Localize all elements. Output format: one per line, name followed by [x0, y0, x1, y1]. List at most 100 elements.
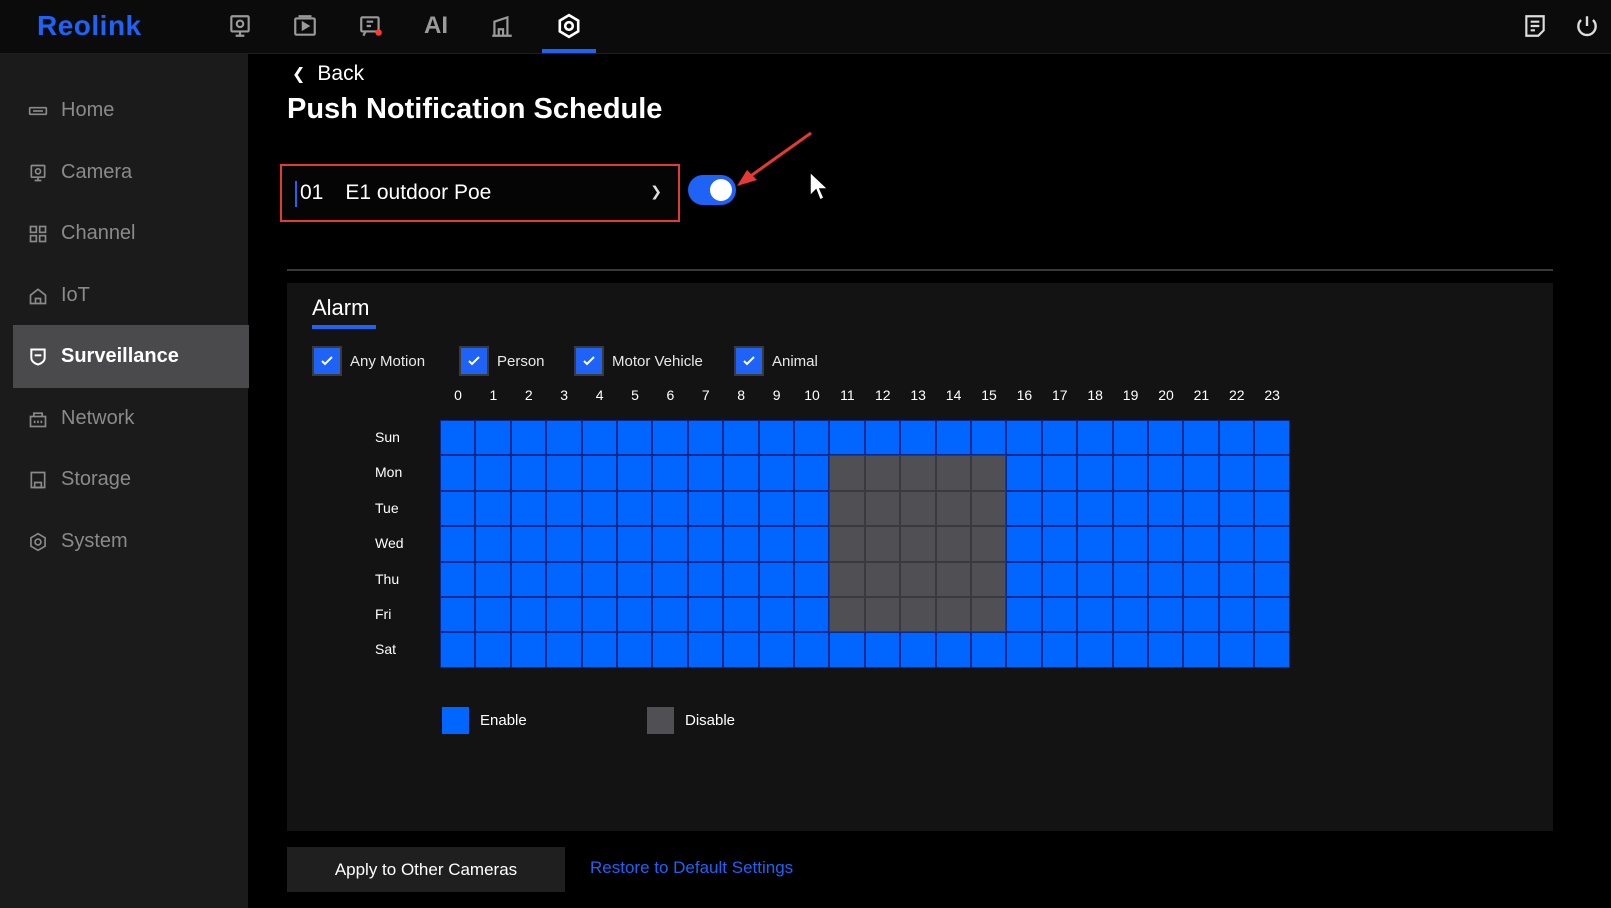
restore-default-link[interactable]: Restore to Default Settings — [590, 858, 793, 878]
schedule-cell[interactable] — [546, 597, 582, 633]
schedule-cell[interactable] — [1041, 526, 1078, 562]
schedule-cell[interactable] — [723, 490, 759, 527]
schedule-cell[interactable] — [1254, 526, 1290, 562]
schedule-cell[interactable] — [758, 632, 794, 668]
schedule-cell[interactable] — [758, 561, 794, 597]
schedule-cell[interactable] — [1183, 632, 1219, 668]
checkbox-checked[interactable] — [312, 346, 342, 376]
schedule-cell[interactable] — [829, 561, 865, 597]
schedule-cell[interactable] — [581, 561, 617, 597]
schedule-cell[interactable] — [1183, 490, 1219, 527]
settings-icon[interactable] — [542, 11, 596, 53]
monitor-icon[interactable] — [225, 11, 255, 41]
schedule-cell[interactable] — [510, 597, 547, 633]
schedule-cell[interactable] — [829, 632, 865, 668]
schedule-cell[interactable] — [864, 526, 901, 562]
schedule-cell[interactable] — [1006, 526, 1042, 562]
filter-animal[interactable]: Animal — [734, 346, 818, 376]
schedule-cell[interactable] — [935, 455, 971, 491]
schedule-cell[interactable] — [900, 490, 936, 527]
schedule-cell[interactable] — [935, 632, 971, 668]
schedule-cell[interactable] — [687, 561, 724, 597]
schedule-cell[interactable] — [687, 455, 724, 491]
ai-icon[interactable]: AI — [421, 11, 451, 41]
schedule-cell[interactable] — [864, 561, 901, 597]
schedule-cell[interactable] — [1006, 455, 1042, 491]
schedule-cell[interactable] — [723, 420, 759, 456]
schedule-cell[interactable] — [617, 455, 653, 491]
schedule-cell[interactable] — [652, 455, 688, 491]
schedule-cell[interactable] — [440, 490, 476, 527]
schedule-cell[interactable] — [971, 455, 1007, 491]
schedule-cell[interactable] — [617, 632, 653, 668]
schedule-cell[interactable] — [475, 597, 511, 633]
schedule-cell[interactable] — [1006, 490, 1042, 527]
schedule-cell[interactable] — [1112, 420, 1148, 456]
schedule-cell[interactable] — [758, 597, 794, 633]
schedule-cell[interactable] — [687, 526, 724, 562]
schedule-cell[interactable] — [723, 526, 759, 562]
schedule-cell[interactable] — [1006, 561, 1042, 597]
sidebar-item-system[interactable]: System — [13, 510, 249, 573]
schedule-cell[interactable] — [546, 632, 582, 668]
schedule-cell[interactable] — [864, 490, 901, 527]
schedule-cell[interactable] — [617, 561, 653, 597]
device-icon[interactable] — [487, 11, 517, 41]
schedule-cell[interactable] — [864, 597, 901, 633]
schedule-cell[interactable] — [864, 420, 901, 456]
schedule-cell[interactable] — [935, 597, 971, 633]
schedule-cell[interactable] — [581, 490, 617, 527]
schedule-cell[interactable] — [510, 632, 547, 668]
schedule-cell[interactable] — [829, 420, 865, 456]
schedule-cell[interactable] — [687, 597, 724, 633]
schedule-cell[interactable] — [1183, 561, 1219, 597]
notes-icon[interactable] — [1520, 11, 1550, 41]
schedule-cell[interactable] — [1112, 455, 1148, 491]
schedule-cell[interactable] — [1148, 597, 1184, 633]
schedule-cell[interactable] — [617, 597, 653, 633]
schedule-cell[interactable] — [652, 490, 688, 527]
schedule-cell[interactable] — [687, 632, 724, 668]
schedule-cell[interactable] — [794, 455, 830, 491]
schedule-cell[interactable] — [935, 490, 971, 527]
schedule-cell[interactable] — [1077, 561, 1113, 597]
schedule-cell[interactable] — [864, 455, 901, 491]
schedule-cell[interactable] — [900, 632, 936, 668]
schedule-cell[interactable] — [1077, 526, 1113, 562]
schedule-cell[interactable] — [829, 526, 865, 562]
schedule-cell[interactable] — [900, 420, 936, 456]
schedule-cell[interactable] — [1041, 455, 1078, 491]
filter-motor-vehicle[interactable]: Motor Vehicle — [574, 346, 703, 376]
schedule-cell[interactable] — [1077, 632, 1113, 668]
schedule-cell[interactable] — [510, 490, 547, 527]
schedule-cell[interactable] — [1148, 455, 1184, 491]
schedule-cell[interactable] — [546, 490, 582, 527]
schedule-cell[interactable] — [794, 490, 830, 527]
schedule-cell[interactable] — [1041, 490, 1078, 527]
schedule-cell[interactable] — [794, 597, 830, 633]
schedule-cell[interactable] — [546, 420, 582, 456]
schedule-cell[interactable] — [440, 420, 476, 456]
schedule-cell[interactable] — [1218, 632, 1255, 668]
schedule-cell[interactable] — [1112, 526, 1148, 562]
schedule-cell[interactable] — [935, 561, 971, 597]
schedule-cell[interactable] — [687, 420, 724, 456]
schedule-cell[interactable] — [652, 632, 688, 668]
schedule-cell[interactable] — [1254, 455, 1290, 491]
schedule-cell[interactable] — [440, 455, 476, 491]
schedule-cell[interactable] — [440, 526, 476, 562]
schedule-cell[interactable] — [440, 561, 476, 597]
playback-icon[interactable] — [290, 11, 320, 41]
sidebar-item-storage[interactable]: Storage — [13, 448, 249, 511]
schedule-cell[interactable] — [723, 561, 759, 597]
schedule-cell[interactable] — [758, 420, 794, 456]
tab-alarm[interactable]: Alarm — [312, 295, 369, 321]
schedule-cell[interactable] — [758, 455, 794, 491]
schedule-cell[interactable] — [1041, 597, 1078, 633]
schedule-cell[interactable] — [1218, 526, 1255, 562]
sidebar-item-network[interactable]: Network — [13, 387, 249, 450]
schedule-cell[interactable] — [475, 526, 511, 562]
checkbox-checked[interactable] — [574, 346, 604, 376]
schedule-cell[interactable] — [794, 561, 830, 597]
schedule-cell[interactable] — [652, 597, 688, 633]
